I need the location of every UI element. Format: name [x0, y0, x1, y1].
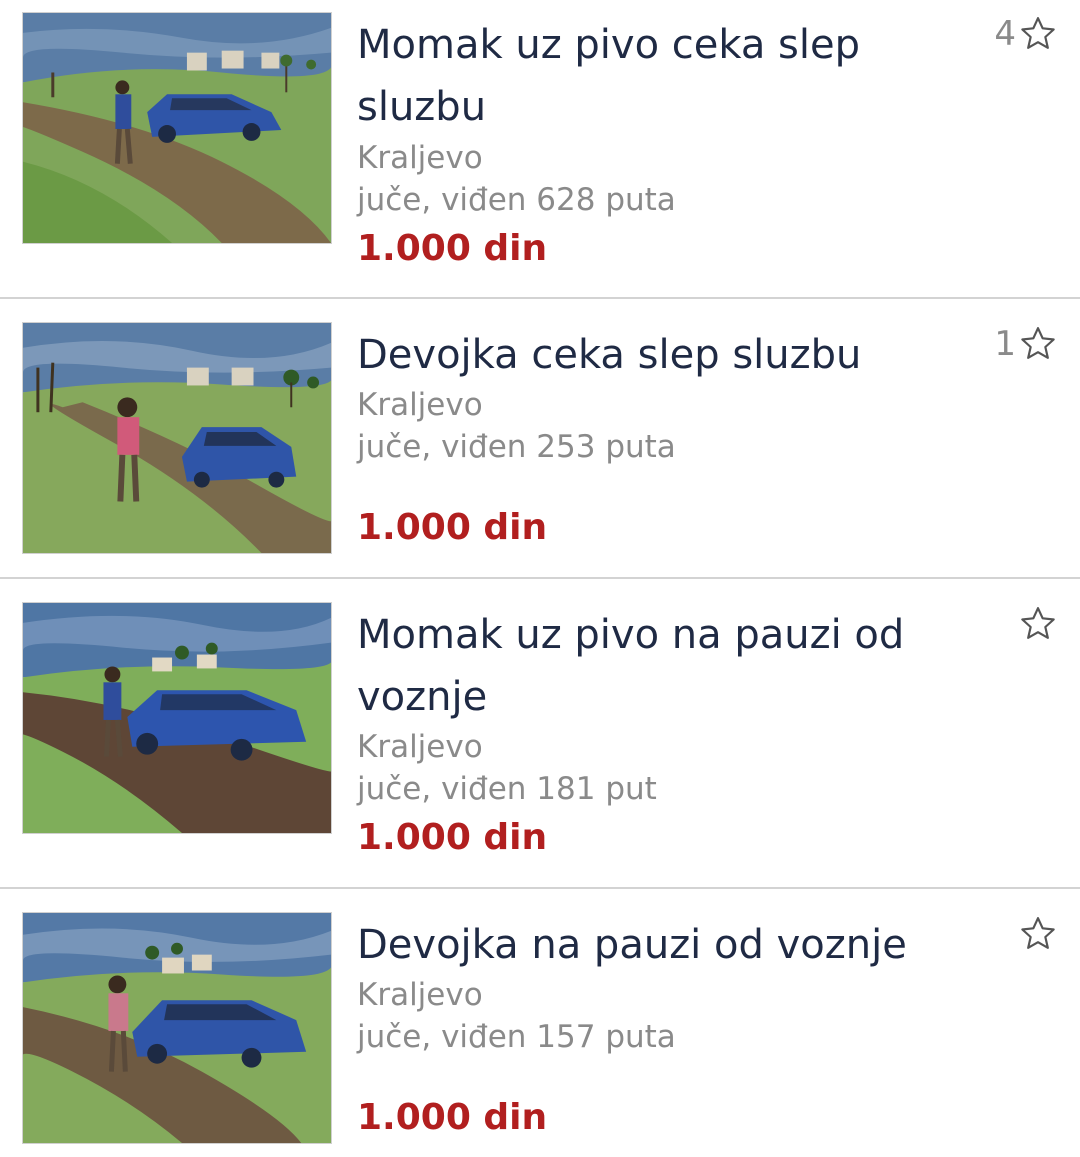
painting-girl-with-blue-car-icon — [23, 323, 331, 553]
painting-man-with-blue-car-icon — [23, 603, 331, 833]
listing-location: Kraljevo — [357, 729, 483, 765]
listing-thumbnail[interactable] — [22, 322, 332, 554]
listing-views: juče, viđen 628 puta — [357, 182, 676, 218]
listing-location: Kraljevo — [357, 140, 483, 176]
listing-title[interactable]: Devojka na pauzi od voznje — [357, 914, 957, 976]
star-icon — [1021, 327, 1055, 359]
listing-views: juče, viđen 181 put — [357, 771, 657, 807]
favorite-button[interactable]: 4 — [994, 14, 1058, 54]
listing-location: Kraljevo — [357, 977, 483, 1013]
listing-views: juče, viđen 253 puta — [357, 429, 676, 465]
listing-thumbnail[interactable] — [22, 602, 332, 834]
painting-man-with-blue-car-icon — [23, 13, 331, 243]
listing-price: 1.000 din — [357, 507, 548, 548]
listing-title[interactable]: Devojka ceka slep sluzbu — [357, 324, 957, 386]
star-icon — [1021, 607, 1055, 639]
favorite-button[interactable]: 1 — [994, 324, 1058, 364]
listing-title[interactable]: Momak uz pivo na pauzi od voznje — [357, 604, 937, 728]
listing-thumbnail[interactable] — [22, 912, 332, 1144]
favorite-count: 1 — [994, 324, 1016, 364]
listing-list: Momak uz pivo ceka slep sluzbu Kraljevo … — [0, 0, 1080, 1157]
star-icon — [1021, 17, 1055, 49]
star-icon — [1021, 917, 1055, 949]
listing-views: juče, viđen 157 puta — [357, 1019, 676, 1055]
listing-price: 1.000 din — [357, 1097, 548, 1138]
painting-girl-with-blue-car-icon — [23, 913, 331, 1143]
listing-price: 1.000 din — [357, 817, 548, 858]
list-item[interactable]: Devojka ceka slep sluzbu Kraljevo juče, … — [0, 299, 1080, 579]
list-item[interactable]: Devojka na pauzi od voznje Kraljevo juče… — [0, 889, 1080, 1157]
list-item[interactable]: Momak uz pivo na pauzi od voznje Kraljev… — [0, 579, 1080, 889]
listing-thumbnail[interactable] — [22, 12, 332, 244]
favorite-button[interactable] — [1016, 604, 1058, 644]
listing-location: Kraljevo — [357, 387, 483, 423]
list-item[interactable]: Momak uz pivo ceka slep sluzbu Kraljevo … — [0, 0, 1080, 299]
listing-title[interactable]: Momak uz pivo ceka slep sluzbu — [357, 14, 877, 138]
favorite-button[interactable] — [1016, 914, 1058, 954]
listing-price: 1.000 din — [357, 228, 548, 269]
favorite-count: 4 — [994, 14, 1016, 54]
